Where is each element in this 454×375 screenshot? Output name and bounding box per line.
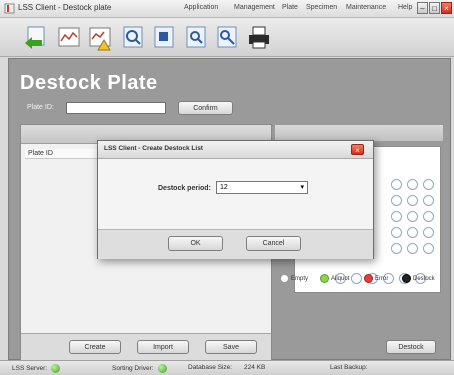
dialog-body: Destock period: 12 ▾ (98, 159, 373, 229)
close-icon: × (355, 146, 360, 155)
dialog-titlebar: LSS Client - Create Destock List × (98, 141, 373, 159)
dialog-close-button[interactable]: × (351, 144, 364, 155)
ok-button[interactable]: OK (168, 236, 223, 251)
modal-overlay: LSS Client - Create Destock List × Desto… (0, 0, 454, 374)
destock-period-select[interactable]: 12 ▾ (216, 181, 308, 194)
chevron-down-icon: ▾ (300, 184, 304, 191)
create-destock-list-dialog: LSS Client - Create Destock List × Desto… (97, 140, 374, 259)
destock-period-value: 12 (220, 184, 228, 191)
dialog-footer: OK Cancel (98, 229, 373, 259)
cancel-button[interactable]: Cancel (246, 236, 301, 251)
dialog-title: LSS Client - Create Destock List (104, 145, 203, 152)
destock-period-label: Destock period: (158, 185, 211, 192)
